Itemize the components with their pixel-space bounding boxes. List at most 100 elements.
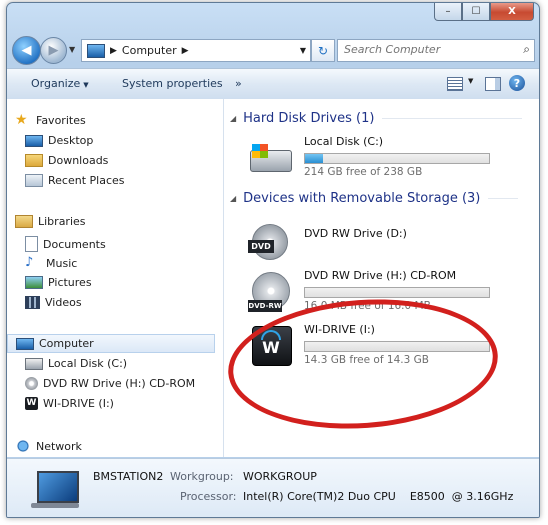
nav-libraries-label: Libraries xyxy=(38,215,86,228)
navigation-pane: ★ Favorites Desktop Downloads Recent Plac… xyxy=(7,99,224,457)
group-divider xyxy=(488,198,519,199)
workgroup-value: WORKGROUP xyxy=(243,470,317,483)
more-commands-button[interactable]: » xyxy=(235,77,242,90)
removable-storage-title: Devices with Removable Storage (3) xyxy=(243,191,481,206)
nav-favorites[interactable]: ★ Favorites xyxy=(15,113,86,127)
nav-item-music-label: Music xyxy=(46,256,78,270)
hard-disk-drives-group-header[interactable]: ◢ Hard Disk Drives (1) xyxy=(230,111,523,126)
nav-item-dvd-drive-label: DVD RW Drive (H:) CD-ROM xyxy=(43,377,196,390)
view-options-dropdown-icon[interactable]: ▼ xyxy=(468,77,473,85)
nav-item-music[interactable]: ♪ Music xyxy=(25,256,77,270)
dvd-badge: DVD xyxy=(248,240,274,253)
organize-label: Organize xyxy=(31,77,81,90)
dvd-rw-badge: DVD-RW xyxy=(248,300,282,312)
capacity-bar xyxy=(304,153,490,164)
search-input[interactable] xyxy=(338,40,504,59)
dvd-drive-icon: DVD xyxy=(248,218,294,262)
collapse-triangle-icon: ◢ xyxy=(230,114,237,123)
nav-libraries[interactable]: Libraries xyxy=(15,215,86,228)
nav-network-label: Network xyxy=(36,439,82,453)
nav-item-downloads-label: Downloads xyxy=(48,154,109,167)
dvd-drive-icon xyxy=(25,377,38,390)
hard-disk-drives-title: Hard Disk Drives (1) xyxy=(243,111,375,126)
libraries-icon xyxy=(15,215,33,228)
details-pane: BMSTATION2 Workgroup: WORKGROUP Processo… xyxy=(7,458,539,517)
close-button[interactable]: X xyxy=(490,3,534,21)
nav-item-local-disk-label: Local Disk (C:) xyxy=(48,357,128,370)
free-space-text: 214 GB free of 238 GB xyxy=(304,166,423,178)
videos-icon xyxy=(25,296,40,309)
nav-item-desktop[interactable]: Desktop xyxy=(25,134,93,147)
capacity-bar xyxy=(304,287,490,298)
nav-computer[interactable]: Computer xyxy=(7,334,215,353)
drive-dvd-rw-d[interactable]: DVD DVD RW Drive (D:) xyxy=(248,215,528,265)
address-dropdown-icon[interactable]: ▼ xyxy=(300,46,306,55)
nav-item-recent-places-label: Recent Places xyxy=(48,174,125,187)
recent-places-icon xyxy=(25,174,43,187)
recent-pages-dropdown-icon[interactable]: ▼ xyxy=(69,45,75,54)
nav-item-local-disk[interactable]: Local Disk (C:) xyxy=(25,357,127,370)
drive-name: DVD RW Drive (H:) CD-ROM xyxy=(304,269,457,282)
breadcrumb-arrow-icon[interactable]: ▶ xyxy=(110,46,117,56)
star-icon: ★ xyxy=(15,112,28,128)
system-properties-button[interactable]: System properties xyxy=(122,77,223,90)
refresh-button[interactable]: ↻ xyxy=(311,39,335,62)
chevron-down-icon: ▼ xyxy=(83,81,89,89)
nav-item-videos[interactable]: Videos xyxy=(25,296,82,309)
nav-item-pictures-label: Pictures xyxy=(48,276,92,289)
maximize-button[interactable]: ☐ xyxy=(462,3,490,21)
drive-name: Local Disk (C:) xyxy=(304,135,384,148)
breadcrumb-arrow-icon[interactable]: ▶ xyxy=(182,46,189,56)
preview-pane-icon[interactable] xyxy=(485,77,501,91)
computer-icon xyxy=(87,43,105,58)
nav-item-downloads[interactable]: Downloads xyxy=(25,154,108,167)
nav-item-pictures[interactable]: Pictures xyxy=(25,276,92,289)
capacity-fill xyxy=(305,154,324,163)
back-button[interactable]: ◀ xyxy=(12,36,41,65)
explorer-window: – ☐ X ◀ ▶ ▼ ▶ Computer ▶ ▼ ↻ ⌕ Organize▼… xyxy=(6,2,540,518)
caption-buttons: – ☐ X xyxy=(434,3,534,21)
nav-computer-label: Computer xyxy=(39,337,94,350)
search-icon[interactable]: ⌕ xyxy=(523,42,530,57)
nav-item-dvd-drive[interactable]: DVD RW Drive (H:) CD-ROM xyxy=(25,377,195,390)
breadcrumb-computer[interactable]: Computer xyxy=(122,44,177,57)
address-bar[interactable]: ▶ Computer ▶ ▼ xyxy=(81,39,311,62)
nav-item-wi-drive-label: WI-DRIVE (I:) xyxy=(43,397,114,410)
group-divider xyxy=(382,118,523,119)
nav-item-videos-label: Videos xyxy=(45,296,82,309)
workgroup-label: Workgroup: xyxy=(170,470,234,483)
forward-button[interactable]: ▶ xyxy=(40,37,67,64)
local-disk-icon xyxy=(248,136,294,180)
nav-item-recent-places[interactable]: Recent Places xyxy=(25,174,125,187)
address-row: ◀ ▶ ▼ ▶ Computer ▶ ▼ ↻ ⌕ xyxy=(7,35,539,65)
drive-local-disk-c[interactable]: Local Disk (C:) 214 GB free of 238 GB xyxy=(248,133,528,183)
organize-button[interactable]: Organize ▼ xyxy=(31,77,89,90)
nav-item-documents-label: Documents xyxy=(43,237,106,251)
computer-icon xyxy=(16,337,34,350)
help-icon[interactable]: ? xyxy=(509,75,525,91)
local-disk-icon xyxy=(25,357,43,370)
command-bar: Organize ▼ System properties » ▼ ? xyxy=(7,68,539,100)
processor-label: Processor: xyxy=(180,490,237,503)
processor-value: Intel(R) Core(TM)2 Duo CPU E8500 @ 3.16G… xyxy=(243,490,514,503)
wi-drive-icon: W xyxy=(25,397,38,410)
minimize-button[interactable]: – xyxy=(434,3,462,21)
nav-item-desktop-label: Desktop xyxy=(48,134,94,147)
computer-base-icon xyxy=(31,503,79,508)
computer-name: BMSTATION2 xyxy=(93,470,164,483)
nav-item-wi-drive[interactable]: W WI-DRIVE (I:) xyxy=(25,397,114,410)
downloads-folder-icon xyxy=(25,154,43,167)
removable-storage-group-header[interactable]: ◢ Devices with Removable Storage (3) xyxy=(230,191,519,206)
nav-network[interactable]: Network xyxy=(15,439,82,453)
documents-icon xyxy=(25,236,38,252)
network-icon xyxy=(15,439,31,453)
dvd-rw-disc-icon: DVD-RW xyxy=(248,270,294,314)
collapse-triangle-icon: ◢ xyxy=(230,194,237,203)
nav-favorites-label: Favorites xyxy=(36,113,86,127)
music-icon: ♪ xyxy=(25,255,34,270)
change-view-icon[interactable] xyxy=(447,77,463,91)
search-box[interactable]: ⌕ xyxy=(337,39,535,62)
drive-name: DVD RW Drive (D:) xyxy=(304,227,407,240)
pictures-icon xyxy=(25,276,43,289)
nav-item-documents[interactable]: Documents xyxy=(25,236,106,252)
